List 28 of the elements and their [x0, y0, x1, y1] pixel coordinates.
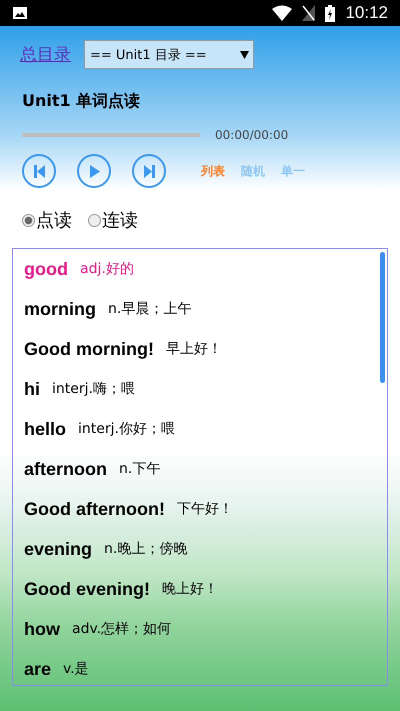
next-button[interactable] — [132, 154, 166, 188]
dropdown-arrow-icon — [240, 50, 249, 58]
word-item[interactable]: Good evening! 晚上好！ — [24, 569, 376, 609]
word-item[interactable]: Good afternoon! 下午好！ — [24, 489, 376, 529]
previous-button[interactable] — [22, 154, 56, 188]
word-item[interactable]: Good morning! 早上好！ — [24, 329, 376, 369]
play-button[interactable] — [77, 154, 111, 188]
read-mode-radio[interactable]: 连读 — [88, 208, 138, 232]
word-item[interactable]: evening n.晚上；傍晚 — [24, 529, 376, 569]
battery-icon — [325, 4, 336, 22]
image-icon — [12, 6, 28, 20]
scrollbar[interactable] — [380, 252, 385, 383]
unit-dropdown[interactable]: == Unit1 目录 == — [84, 40, 254, 69]
playback-time: 00:00/00:00 — [215, 128, 288, 142]
wifi-icon — [272, 5, 292, 21]
skip-forward-icon — [142, 164, 156, 178]
read-mode-radio[interactable]: 点读 — [22, 208, 72, 232]
word-item[interactable]: how adv.怎样；如何 — [24, 609, 376, 649]
no-sim-icon — [302, 5, 316, 21]
word-item[interactable]: morning n.早晨；上午 — [24, 289, 376, 329]
word-item[interactable]: good adj.好的 — [24, 249, 376, 289]
status-time: 10:12 — [345, 3, 388, 23]
word-item[interactable]: hi interj.嗨；喂 — [24, 369, 376, 409]
page-title: Unit1 单词点读 — [22, 91, 142, 112]
word-item[interactable]: hello interj.你好；喂 — [24, 409, 376, 449]
word-item[interactable]: afternoon n.下午 — [24, 449, 376, 489]
skip-back-icon — [32, 164, 46, 178]
word-item[interactable]: are v.是 — [24, 649, 376, 685]
